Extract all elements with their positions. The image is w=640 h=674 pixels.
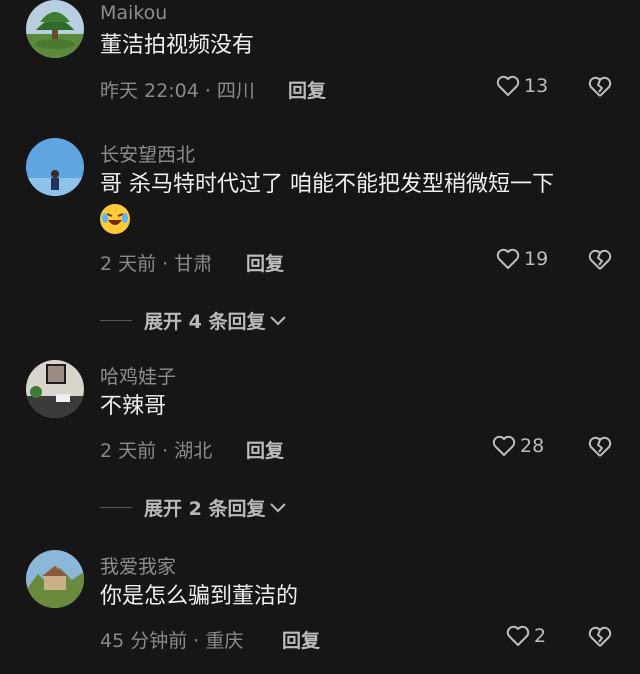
dislike-button[interactable] (588, 249, 612, 275)
reply-button[interactable]: 回复 (246, 436, 284, 463)
heart-outline-icon (496, 248, 520, 269)
comment-meta: 45 分钟前 · 重庆 (100, 630, 244, 652)
dislike-button[interactable] (588, 76, 612, 102)
comment-text: 董洁拍视频没有 (100, 33, 255, 58)
laughing-tears-emoji-icon (100, 204, 130, 234)
broken-heart-icon (588, 436, 612, 457)
like-button[interactable]: 28 (492, 435, 544, 457)
comment-username[interactable]: 我爱我家 (100, 552, 176, 579)
comment-username[interactable]: Maikou (100, 2, 167, 24)
comment-meta: 昨天 22:04 · 四川 (100, 80, 255, 102)
expand-replies-button[interactable]: 展开 4 条回复 (100, 307, 287, 334)
comment-text: 你是怎么骗到董洁的 (100, 584, 299, 609)
expand-replies-button[interactable]: 展开 2 条回复 (100, 494, 287, 521)
broken-heart-icon (588, 249, 612, 270)
comment-username[interactable]: 长安望西北 (100, 140, 195, 167)
broken-heart-icon (588, 626, 612, 647)
heart-outline-icon (492, 435, 516, 456)
like-count: 13 (524, 75, 549, 97)
avatar[interactable] (26, 360, 84, 418)
like-button[interactable]: 13 (496, 75, 548, 97)
avatar[interactable] (26, 138, 84, 196)
comment-meta: 2 天前 · 甘肃 (100, 253, 213, 275)
expand-replies-label: 展开 2 条回复 (144, 498, 266, 520)
divider (100, 320, 132, 321)
like-count: 19 (524, 248, 549, 270)
comment-text: 不辣哥 (100, 394, 167, 419)
comment-meta: 2 天前 · 湖北 (100, 440, 213, 462)
comment-username[interactable]: 哈鸡娃子 (100, 362, 176, 389)
comment-text: 哥 杀马特时代过了 咱能不能把发型稍微短一下 (100, 168, 620, 236)
dislike-button[interactable] (588, 626, 612, 652)
chevron-down-icon (270, 315, 287, 325)
like-count: 28 (520, 435, 545, 457)
reply-button[interactable]: 回复 (282, 626, 320, 653)
like-count: 2 (534, 625, 547, 647)
avatar[interactable] (26, 550, 84, 608)
chevron-down-icon (270, 502, 287, 512)
heart-outline-icon (506, 625, 530, 646)
expand-replies-label: 展开 4 条回复 (144, 311, 266, 333)
reply-button[interactable]: 回复 (246, 249, 284, 276)
dislike-button[interactable] (588, 436, 612, 462)
like-button[interactable]: 2 (506, 625, 546, 647)
heart-outline-icon (496, 75, 520, 96)
avatar[interactable] (26, 0, 84, 58)
broken-heart-icon (588, 76, 612, 97)
comment-text-content: 哥 杀马特时代过了 咱能不能把发型稍微短一下 (100, 172, 554, 197)
like-button[interactable]: 19 (496, 248, 548, 270)
reply-button[interactable]: 回复 (288, 76, 326, 103)
divider (100, 507, 132, 508)
